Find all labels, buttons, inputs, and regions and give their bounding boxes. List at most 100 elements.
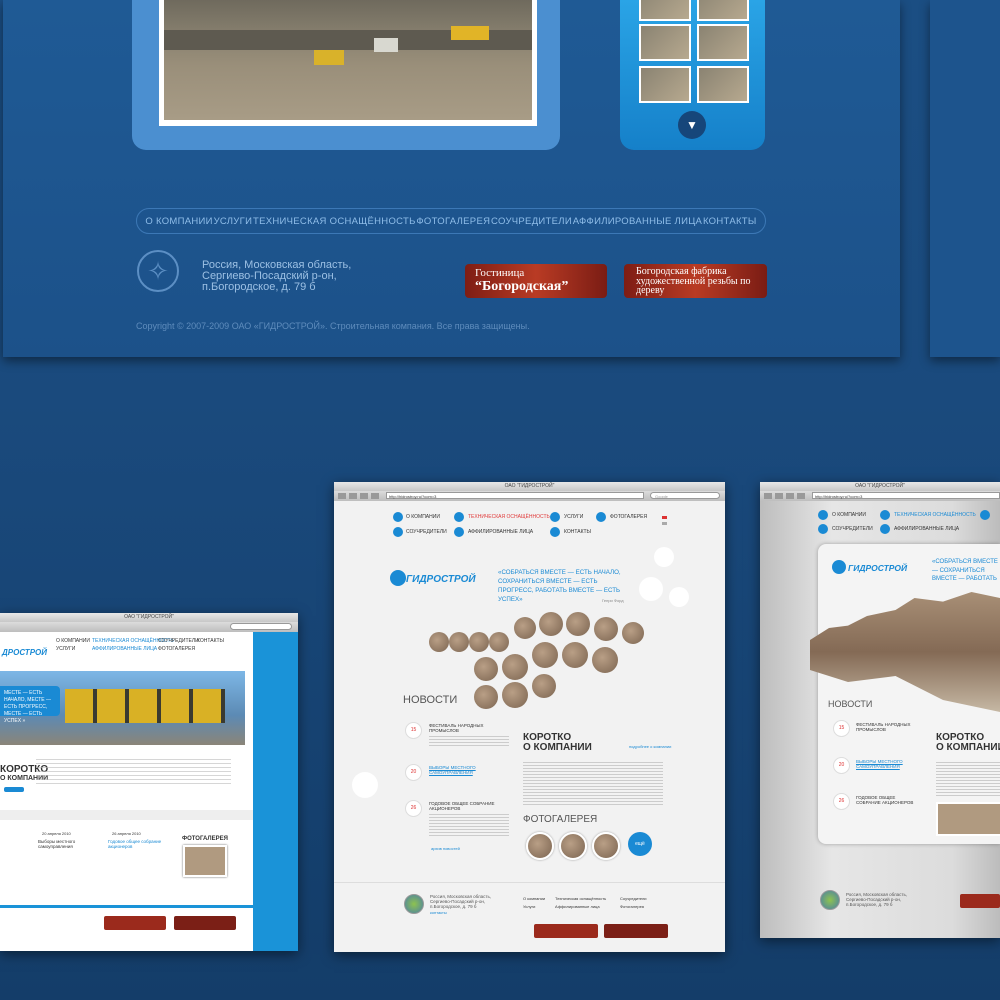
- nav-affiliates[interactable]: АФФИЛИРОВАННЫЕ ЛИЦА: [468, 529, 533, 535]
- footer-nav-item[interactable]: Соучредители: [620, 896, 647, 901]
- gallery-more-button[interactable]: ещё: [628, 832, 652, 856]
- search-input[interactable]: Google: [650, 492, 720, 499]
- top-page-right-edge: [930, 0, 1000, 357]
- nav-item[interactable]: О КОМПАНИИ: [56, 638, 90, 644]
- map-circle: [489, 632, 509, 652]
- footer-nav-item[interactable]: Услуги: [523, 904, 535, 909]
- equipment-icon: [454, 512, 464, 522]
- photo-compressor: [314, 50, 344, 65]
- nav-services[interactable]: УСЛУГИ: [214, 216, 253, 227]
- nav-gallery[interactable]: ФОТОГАЛЕРЕЯ: [416, 216, 490, 227]
- nav-founders[interactable]: СОУЧРЕДИТЕЛИ: [406, 529, 447, 535]
- map-circle: [594, 617, 618, 641]
- thumbnail[interactable]: [697, 0, 749, 21]
- footer-line: [0, 905, 253, 908]
- news-date: 20: [833, 757, 850, 774]
- scroll-down-icon[interactable]: ▼: [678, 111, 706, 139]
- factory-banner[interactable]: Богородская фабрика художественной резьб…: [624, 264, 767, 298]
- thumbnail[interactable]: [639, 66, 691, 103]
- gallery-photo[interactable]: [936, 802, 1000, 836]
- footer-nav-item[interactable]: Техническая оснащённость: [555, 896, 606, 901]
- more-button[interactable]: [4, 787, 24, 792]
- thumbnail[interactable]: [639, 0, 691, 21]
- news-title: НОВОСТИ: [828, 699, 873, 709]
- copyright-text: Copyright © 2007-2009 ОАО «ГИДРОСТРОЙ». …: [136, 321, 530, 331]
- about-text: [936, 762, 1000, 798]
- search-input[interactable]: [230, 623, 292, 630]
- nav-equipment[interactable]: ТЕХНИЧЕСКАЯ ОСНАЩЁННОСТЬ: [253, 216, 416, 227]
- gallery-icon: [596, 512, 606, 522]
- footer-nav-item[interactable]: О компании: [523, 896, 545, 901]
- nav-about[interactable]: О КОМПАНИИ: [832, 512, 866, 518]
- gallery-photo[interactable]: [559, 832, 587, 860]
- hotel-banner-small[interactable]: [534, 924, 598, 938]
- nav-affiliates[interactable]: АФФИЛИРОВАННЫЕ ЛИЦА: [894, 526, 959, 532]
- footer-address: Россия, Московская область, Сергиево-Пос…: [430, 894, 492, 909]
- news-item-title[interactable]: ГОДОВОЕ ОБЩЕЕ СОБРАНИЕ АКЦИОНЕРОВ: [856, 795, 918, 805]
- photo-truck: [451, 26, 489, 40]
- nav-item[interactable]: ФОТОГАЛЕРЕЯ: [158, 646, 195, 652]
- gallery-photo[interactable]: [526, 832, 554, 860]
- map-circle: [566, 612, 590, 636]
- url-input[interactable]: http://hidrostroy.ru/?com=3: [386, 492, 644, 499]
- news-title[interactable]: Выборы местного самоуправления: [38, 839, 93, 849]
- map-circle: [474, 685, 498, 709]
- news-title[interactable]: Годовое общее собрание акционеров: [108, 839, 168, 849]
- news-item-title[interactable]: ФЕСТИВАЛЬ НАРОДНЫХ ПРОМЫСЛОВ: [856, 722, 918, 732]
- dump-trucks: [65, 689, 225, 723]
- hotel-banner-small[interactable]: [960, 894, 1000, 908]
- url-input[interactable]: http://hidrostroy.ru/?com=3: [812, 492, 1000, 499]
- nav-item[interactable]: АФФИЛИРОВАННЫЕ ЛИЦА: [92, 646, 157, 652]
- news-item-title[interactable]: ВЫБОРЫ МЕСТНОГО САМОУПРАВЛЕНИЯ: [429, 765, 509, 775]
- news-item-title[interactable]: ГОДОВОЕ ОБЩЕЕ СОБРАНИЕ АКЦИОНЕРОВ: [429, 801, 509, 811]
- thumbnail[interactable]: [639, 24, 691, 61]
- flag-icon[interactable]: [662, 522, 667, 525]
- thumbnail[interactable]: [697, 24, 749, 61]
- nav-about[interactable]: О КОМПАНИИ: [406, 514, 440, 520]
- nav-item[interactable]: УСЛУГИ: [56, 646, 75, 652]
- footer-divider: [334, 882, 725, 883]
- browser-window-white: ОАО "ГИДРОСТРОЙ" http://hidrostroy.ru/?c…: [334, 482, 725, 952]
- nav-gallery[interactable]: ФОТОГАЛЕРЕЯ: [610, 514, 647, 520]
- nav-equipment[interactable]: ТЕХНИЧЕСКАЯ ОСНАЩЁННОСТЬ: [894, 512, 976, 518]
- all-news-link[interactable]: архив новостей: [431, 846, 460, 851]
- nav-buttons-icon[interactable]: [338, 493, 382, 499]
- flag-icon[interactable]: [662, 516, 667, 519]
- founders-icon: [818, 524, 828, 534]
- news-date: 15: [405, 722, 422, 739]
- services-icon: [550, 512, 560, 522]
- compass-icon: ✧: [137, 250, 179, 292]
- hotel-banner-line2: “Богородская”: [475, 279, 569, 294]
- gallery-photo[interactable]: [592, 832, 620, 860]
- nav-item[interactable]: СОУЧРЕДИТЕЛИ: [158, 638, 199, 644]
- nav-contacts[interactable]: КОНТАКТЫ: [703, 216, 757, 227]
- news-date: 15: [833, 720, 850, 737]
- map-circle: [532, 674, 556, 698]
- footer-nav-item[interactable]: Аффилированные лица: [555, 904, 600, 909]
- nav-services[interactable]: УСЛУГИ: [564, 514, 583, 520]
- nav-buttons-icon[interactable]: [764, 493, 808, 499]
- footer-nav-item[interactable]: Фотогалерея: [620, 904, 644, 909]
- logo: ГИДРОСТРОЙ: [848, 563, 908, 573]
- gallery-title: ФОТОГАЛЕРЕЯ: [523, 814, 598, 825]
- nav-founders[interactable]: СОУЧРЕДИТЕЛИ: [491, 216, 572, 227]
- news-item-title[interactable]: ФЕСТИВАЛЬ НАРОДНЫХ ПРОМЫСЛОВ: [429, 723, 509, 733]
- map-circle: [502, 682, 528, 708]
- decor-circle: [639, 577, 663, 601]
- gallery-photo[interactable]: [183, 845, 227, 877]
- hotel-banner-small[interactable]: [104, 916, 166, 930]
- thumbnail[interactable]: [697, 66, 749, 103]
- nav-affiliates[interactable]: АФФИЛИРОВАННЫЕ ЛИЦА: [573, 216, 702, 227]
- footer-contacts-link[interactable]: контакты: [430, 910, 447, 915]
- news-item-title[interactable]: ВЫБОРЫ МЕСТНОГО САМОУПРАВЛЕНИЯ: [856, 759, 918, 769]
- nav-contacts[interactable]: КОНТАКТЫ: [564, 529, 591, 535]
- nav-founders[interactable]: СОУЧРЕДИТЕЛИ: [832, 526, 873, 532]
- hotel-banner[interactable]: Гостиница “Богородская”: [465, 264, 607, 298]
- factory-banner-small[interactable]: [174, 916, 236, 930]
- nav-item[interactable]: КОНТАКТЫ: [197, 638, 224, 644]
- nav-equipment[interactable]: ТЕХНИЧЕСКАЯ ОСНАЩЁННОСТЬ: [468, 514, 550, 520]
- factory-banner-small[interactable]: [604, 924, 668, 938]
- nav-about[interactable]: О КОМПАНИИ: [145, 216, 212, 227]
- about-more-link[interactable]: подробнее о компании: [629, 744, 671, 749]
- services-icon: [980, 510, 990, 520]
